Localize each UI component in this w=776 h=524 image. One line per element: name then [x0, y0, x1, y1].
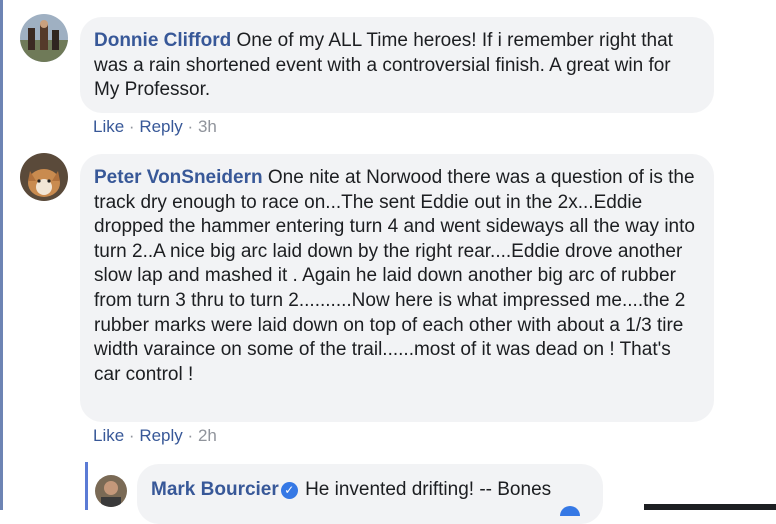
dog-photo-icon — [20, 153, 68, 201]
avatar-donnie-clifford[interactable] — [20, 14, 68, 62]
comment-timestamp[interactable]: 2h — [198, 426, 217, 445]
verified-badge-icon: ✓ — [280, 482, 298, 499]
comment-bubble: Peter VonSneidern One nite at Norwood th… — [80, 154, 714, 422]
horse-photo-icon — [20, 14, 68, 62]
reply-thread-line — [85, 462, 88, 510]
chat-bar-edge — [644, 504, 776, 510]
reply-link[interactable]: Reply — [139, 117, 182, 136]
reply-text: He invented drifting! -- Bones — [305, 479, 552, 500]
comment-author[interactable]: Donnie Clifford — [94, 30, 231, 51]
avatar-mark-bourcier[interactable] — [95, 475, 127, 507]
comment-timestamp[interactable]: 3h — [198, 117, 217, 136]
person-photo-icon — [95, 475, 127, 507]
comment-actions: Like · Reply · 2h — [93, 426, 217, 445]
comment-bubble: Donnie Clifford One of my ALL Time heroe… — [80, 17, 714, 113]
reply-bubble: Mark Bourcier ✓ He invented drifting! -- … — [137, 464, 603, 524]
like-link[interactable]: Like — [93, 117, 124, 136]
avatar-peter-vonsneidern[interactable] — [20, 153, 68, 201]
reply-link[interactable]: Reply — [139, 426, 182, 445]
like-link[interactable]: Like — [93, 426, 124, 445]
reply-author[interactable]: Mark Bourcier — [151, 479, 279, 500]
comment-author[interactable]: Peter VonSneidern — [94, 167, 263, 188]
comment-actions: Like · Reply · 3h — [93, 117, 217, 136]
comment-text: One nite at Norwood there was a question… — [94, 167, 695, 385]
thread-indicator-line — [0, 0, 3, 510]
